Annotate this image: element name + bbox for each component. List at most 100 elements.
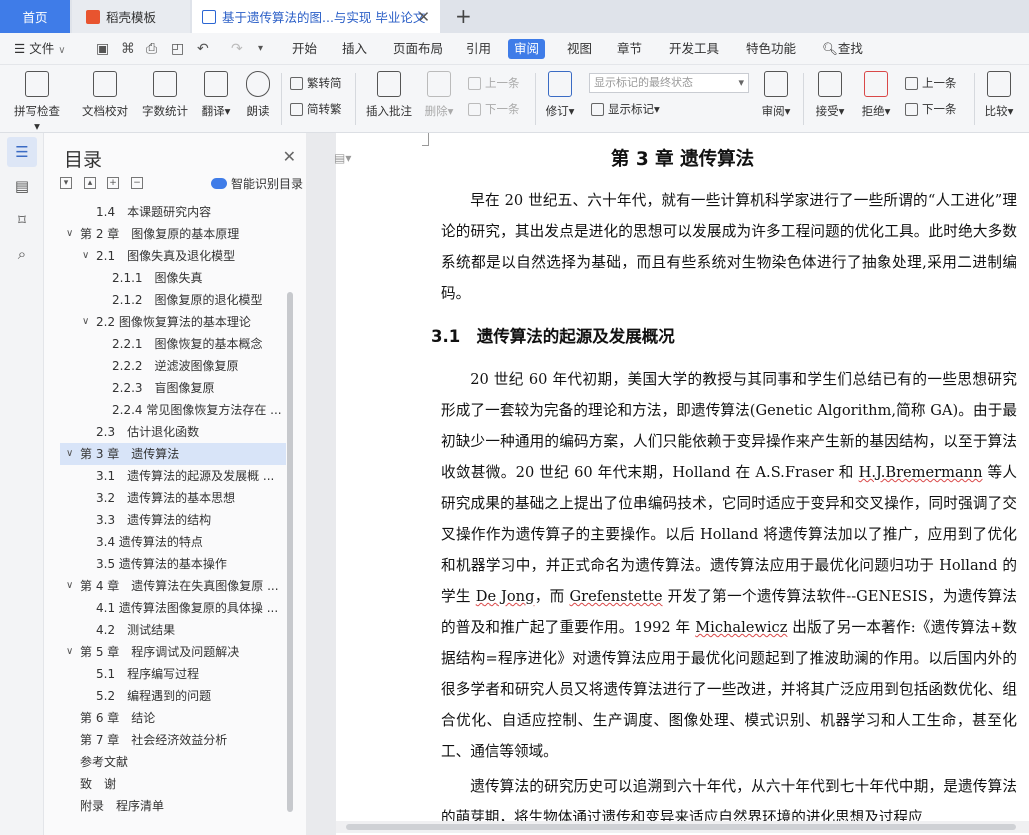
toc-item[interactable]: ∨ 2.2 图像恢复算法的基本理论 [60,311,286,333]
collapse-all-icon[interactable]: ▾ [60,177,72,189]
horizontal-scrollbar[interactable] [336,821,1029,833]
toc-item[interactable]: ∨ 2.1 图像失真及退化模型 [60,245,286,267]
toc-item[interactable]: 1.4 本课题研究内容 [60,201,286,223]
file-menu[interactable]: ☰ 文件 ∨ [14,33,66,65]
show-markup-button[interactable]: 显示标记 ▾ [591,101,660,117]
save-icon[interactable]: ▣ [96,41,109,57]
close-icon[interactable]: ✕ [417,8,430,26]
toc-item[interactable]: 参考文献 [60,751,286,773]
close-icon[interactable]: ✕ [283,147,296,166]
menu-reference[interactable]: 引用 [466,33,491,65]
markup-state-select[interactable]: 显示标记的最终状态 [589,73,749,93]
toc-item[interactable]: 4.1 遗传算法图像复原的具体操 ... [60,597,286,619]
toc-item[interactable]: 2.1.2 图像复原的退化模型 [60,289,286,311]
toc-item[interactable]: 第 6 章 结论 [60,707,286,729]
menu-page-layout[interactable]: 页面布局 [393,33,443,65]
review-pane-button[interactable]: 审阅▾ [758,69,794,119]
tab-template[interactable]: 稻壳模板 [72,0,190,33]
menu-features[interactable]: 特色功能 [746,33,796,65]
scrollbar-thumb[interactable] [346,824,1016,830]
toc-item[interactable]: 3.1 遗传算法的起源及发展概 ... [60,465,286,487]
toc-item[interactable]: 2.2.1 图像恢复的基本概念 [60,333,286,355]
accept-button[interactable]: 接受▾ [812,69,848,119]
plus-icon[interactable]: + [455,4,472,28]
chevron-down-icon[interactable]: ∨ [82,245,89,267]
spelling-flag: Grefenstette [569,588,663,605]
remove-heading-icon[interactable]: − [131,177,143,189]
prev-change-button[interactable]: 上一条 [905,75,957,91]
toc-item[interactable]: 3.3 遗传算法的结构 [60,509,286,531]
toc-item[interactable]: 2.2.4 常见图像恢复方法存在 ... [60,399,286,421]
menu-view[interactable]: 视图 [567,33,592,65]
menu-start[interactable]: 开始 [292,33,317,65]
toc-item[interactable]: 2.1.1 图像失真 [60,267,286,289]
toc-item[interactable]: ∨ 第 4 章 遗传算法在失真图像复原 ... [60,575,286,597]
word-count-button[interactable]: 字数统计 [140,69,190,119]
microphone-icon [246,71,270,97]
spell-check-button[interactable]: 拼写检查▾ [12,69,62,133]
smart-toc-button[interactable]: 智能识别目录 [211,175,303,192]
next-comment-label: 下一条 [485,102,520,116]
print-preview-icon[interactable]: ◰ [171,41,184,57]
toc-item[interactable]: 4.2 测试结果 [60,619,286,641]
insert-comment-button[interactable]: 插入批注 [364,69,414,119]
read-aloud-button[interactable]: 朗读 [244,69,272,119]
toc-item[interactable]: ∨ 第 2 章 图像复原的基本原理 [60,223,286,245]
tab-document[interactable]: 基于遗传算法的图...与实现 毕业论文 ✕ [192,0,440,33]
delete-comment-button[interactable]: 删除▾ [422,69,456,119]
undo-icon[interactable]: ↶ [197,41,209,57]
toc-item[interactable]: 第 7 章 社会经济效益分析 [60,729,286,751]
print-icon[interactable]: ⎙ [146,41,157,57]
spelling-flag: De Jong [475,588,535,605]
quick-access-dropdown-icon[interactable]: ▾ [258,43,263,54]
toc-item[interactable]: 2.2.2 逆滤波图像复原 [60,355,286,377]
toc-item[interactable]: 5.1 程序编写过程 [60,663,286,685]
toc-item[interactable]: 致 谢 [60,773,286,795]
bookmark-icon[interactable]: ⌑ [7,205,37,235]
toc-item[interactable]: 3.4 遗传算法的特点 [60,531,286,553]
find-icon[interactable]: ⌕ [7,239,37,269]
chevron-down-icon[interactable]: ∨ [66,641,73,663]
menu-chapter[interactable]: 章节 [617,33,642,65]
menu-insert[interactable]: 插入 [342,33,367,65]
expand-all-icon[interactable]: ▴ [84,177,96,189]
search-menu[interactable]: 🔍︎查找 [822,33,863,65]
add-heading-icon[interactable]: + [107,177,119,189]
redo-icon[interactable]: ↷ [231,41,243,57]
chevron-down-icon[interactable]: ∨ [82,311,89,333]
reject-button[interactable]: 拒绝▾ [858,69,894,119]
tab-home[interactable]: 首页 [0,0,70,33]
trad-to-simp-button[interactable]: 繁转简 [290,75,342,91]
chevron-down-icon[interactable]: ∨ [66,223,73,245]
toc-item[interactable]: 3.5 遗传算法的基本操作 [60,553,286,575]
document-page: 第 3 章 遗传算法 早在 20 世纪五、六十年代，就有一些计算机科学家进行了一… [336,133,1029,835]
toc-item-label: 3.4 遗传算法的特点 [96,535,203,549]
tab-document-label: 基于遗传算法的图...与实现 毕业论文 [222,10,426,25]
page-options-icon[interactable]: ▤▾ [334,151,351,165]
next-comment-button[interactable]: 下一条 [468,101,520,117]
prev-comment-button[interactable]: 上一条 [468,75,520,91]
toc-item[interactable]: 5.2 编程遇到的问题 [60,685,286,707]
next-change-button[interactable]: 下一条 [905,101,957,117]
doc-proof-button[interactable]: 文档校对 [80,69,130,119]
toc-item[interactable]: 3.2 遗传算法的基本思想 [60,487,286,509]
toc-item[interactable]: ∨ 第 5 章 程序调试及问题解决 [60,641,286,663]
toc-panel-icon[interactable]: ☰ [7,137,37,167]
track-changes-button[interactable]: 修订▾ [542,69,578,119]
menu-review[interactable]: 审阅 [508,39,546,59]
compare-button[interactable]: 比较▾ [982,69,1016,119]
format-painter-icon[interactable]: ⌘ [121,41,135,57]
chevron-down-icon[interactable]: ∨ [66,575,73,597]
delete-comment-icon [427,71,451,97]
outline-icon[interactable]: ▤ [7,171,37,201]
toc-scrollbar[interactable] [287,292,293,812]
menu-developer[interactable]: 开发工具 [669,33,719,65]
toc-item[interactable]: ∨ 第 3 章 遗传算法 [60,443,286,465]
simp-to-trad-button[interactable]: 简转繁 [290,101,342,117]
toc-item[interactable]: 2.3 估计退化函数 [60,421,286,443]
translate-button[interactable]: 翻译▾ [198,69,234,119]
history-paragraph: 遗传算法的研究历史可以追溯到六十年代，从六十年代到七十年代中期，是遗传算法的萌芽… [441,778,1017,823]
toc-item[interactable]: 附录 程序清单 [60,795,286,817]
toc-item[interactable]: 2.2.3 盲图像复原 [60,377,286,399]
chevron-down-icon[interactable]: ∨ [66,443,73,465]
